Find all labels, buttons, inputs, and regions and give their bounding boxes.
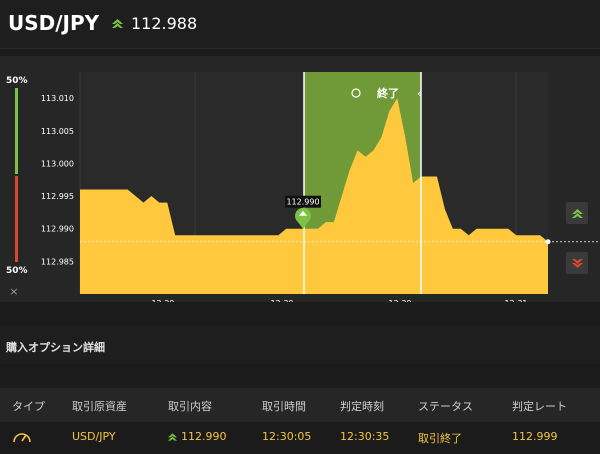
header-type: タイプ — [12, 400, 45, 413]
current-price-value: 112.988 — [131, 14, 198, 33]
section-title: 購入オプション詳細 — [6, 341, 105, 354]
y-tick-label: 113.005 — [41, 127, 74, 136]
gauge-icon — [13, 433, 31, 443]
purchase-table: タイプ 取引原資産 取引内容 取引時間 判定時刻 ステータス 判定レート USD… — [0, 388, 600, 452]
x-tick-label: 12:30 — [270, 299, 293, 302]
header-trade-time: 取引時間 — [262, 400, 306, 413]
header-status: ステータス — [418, 400, 473, 413]
table-header: タイプ 取引原資産 取引内容 取引時間 判定時刻 ステータス 判定レート — [0, 388, 600, 422]
header-asset: 取引原資産 — [72, 400, 127, 413]
x-tick-label: 12:30 — [388, 299, 411, 302]
down-arrow-icon — [571, 258, 583, 268]
x-tick-label: 12:29 — [151, 299, 174, 302]
row-rate: 112.999 — [512, 430, 558, 443]
up-arrow-icon — [168, 432, 177, 441]
entry-price-label: 112.990 — [286, 198, 319, 207]
current-price: 112.988 — [112, 14, 197, 33]
y-tick-label: 112.985 — [41, 257, 74, 266]
end-label: 終了 — [377, 86, 399, 100]
high-button[interactable] — [566, 202, 588, 224]
row-judge-time: 12:30:35 — [340, 430, 390, 443]
current-price-dot — [545, 239, 551, 245]
row-content: 112.990 — [168, 430, 227, 443]
price-chart: 終了 ‹ 113.010 113.005 113.000 112.995 112.990… — [41, 72, 600, 302]
chevron-icon: ‹ — [417, 87, 421, 100]
row-content-value: 112.990 — [181, 430, 227, 443]
y-tick-label: 113.010 — [41, 94, 74, 103]
y-tick-label: 113.000 — [41, 159, 74, 168]
up-arrow-icon — [112, 19, 123, 28]
x-tick-label: 12:31 — [504, 299, 527, 302]
row-status: 取引終了 — [418, 432, 462, 445]
currency-pair-title: USD/JPY — [8, 11, 100, 35]
header: USD/JPY 112.988 — [0, 0, 600, 49]
row-trade-time: 12:30:05 — [262, 430, 312, 443]
table-row[interactable]: USD/JPY 112.990 12:30:05 12:30:35 取引終了 1… — [0, 422, 600, 452]
header-rate: 判定レート — [512, 400, 567, 413]
x-axis-ticks: 12:29 12:30 12:30 12:31 — [151, 299, 527, 302]
header-judge-time: 判定時刻 — [340, 400, 384, 413]
low-button[interactable] — [566, 252, 588, 274]
row-asset: USD/JPY — [72, 430, 116, 443]
y-tick-label: 112.995 — [41, 192, 74, 201]
y-tick-label: 112.990 — [41, 225, 74, 234]
purchase-details-section: 購入オプション詳細 — [0, 326, 600, 364]
y-axis-ticks: 113.010 113.005 113.000 112.995 112.990 112.9… — [41, 94, 74, 266]
up-arrow-icon — [571, 208, 583, 218]
header-content: 取引内容 — [168, 400, 212, 413]
